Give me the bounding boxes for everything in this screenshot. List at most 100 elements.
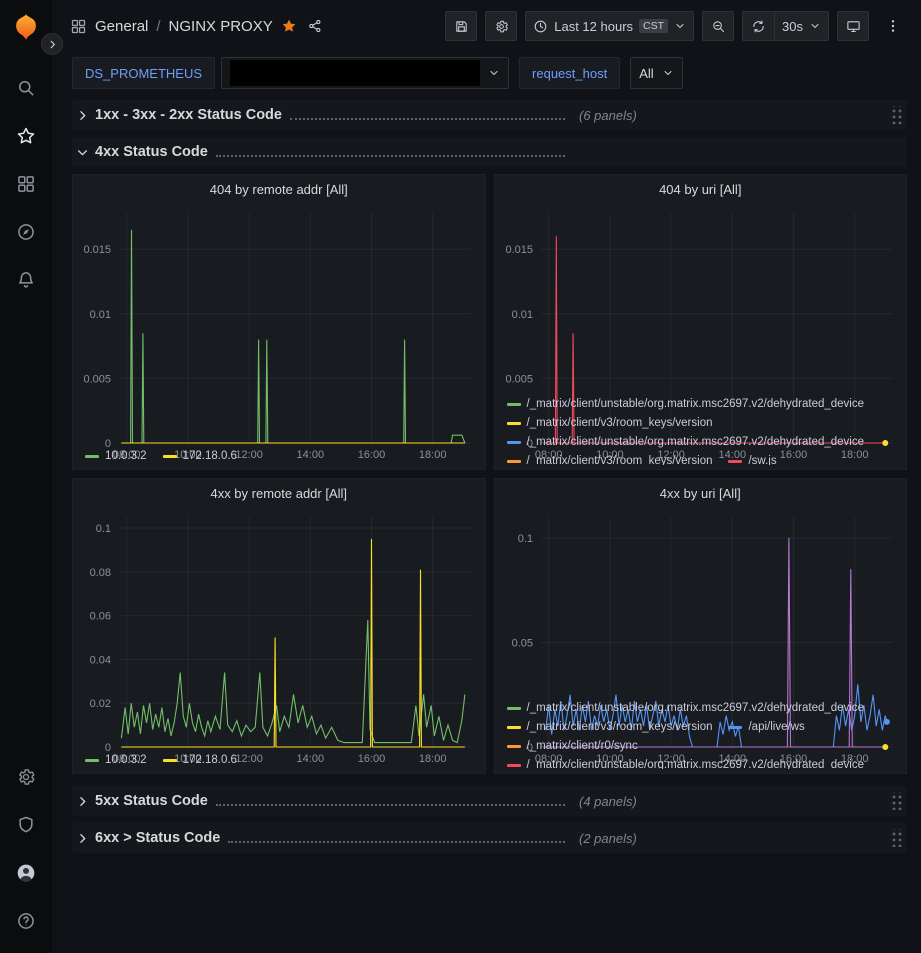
zoom-out-icon <box>711 19 726 34</box>
legend-series-label: 10.0.3.2 <box>105 751 147 769</box>
request-host-variable-select[interactable]: All <box>630 57 682 89</box>
refresh-button[interactable] <box>742 11 774 41</box>
svg-text:0.08: 0.08 <box>90 567 111 579</box>
panel-grid: 404 by remote addr [All] 00.0050.010.015… <box>72 174 907 774</box>
panel-title[interactable]: 4xx by uri [All] <box>495 479 907 509</box>
svg-text:0.04: 0.04 <box>90 654 111 666</box>
legend-series-color <box>507 726 521 729</box>
legend-series-label: /_matrix/client/unstable/org.matrix.msc2… <box>527 395 865 413</box>
row-drag-handle[interactable] <box>890 829 903 847</box>
help-icon[interactable] <box>0 897 52 945</box>
zoom-out-button[interactable] <box>702 11 734 41</box>
legend-item[interactable]: /sw.js <box>728 452 776 465</box>
panel-title[interactable]: 4xx by remote addr [All] <box>73 479 485 509</box>
svg-text:0.05: 0.05 <box>511 638 532 650</box>
legend-series-label: /_matrix/client/r0/sync <box>527 737 638 755</box>
legend-series-label: 172.18.0.6 <box>183 751 237 769</box>
row-header-5xx[interactable]: 5xx Status Code (4 panels) <box>72 786 907 816</box>
navbar-actions: Last 12 hours CST 30s <box>445 11 909 41</box>
save-dashboard-button[interactable] <box>445 11 477 41</box>
datasource-variable-label[interactable]: DS_PROMETHEUS <box>72 57 215 89</box>
legend-item[interactable]: /_matrix/client/unstable/org.matrix.msc2… <box>507 433 865 451</box>
legend-series-color <box>728 726 742 729</box>
legend-series-label: /_matrix/client/v3/room_keys/version <box>527 414 713 432</box>
row-title: 6xx > Status Code <box>95 830 220 846</box>
refresh-interval-dropdown[interactable]: 30s <box>774 11 829 41</box>
chevron-down-icon <box>76 146 89 159</box>
legend-series-color <box>85 455 99 458</box>
dashboard-grid-icon <box>70 18 87 35</box>
refresh-interval-value: 30s <box>782 19 803 34</box>
search-icon[interactable] <box>0 64 52 112</box>
row-leader-dots <box>228 841 565 843</box>
row-leader-dots <box>216 155 565 157</box>
legend-series-color <box>507 422 521 425</box>
monitor-icon <box>846 19 861 34</box>
row-header-4xx[interactable]: 4xx Status Code <box>72 137 907 167</box>
legend-item[interactable]: /_matrix/client/unstable/org.matrix.msc2… <box>507 756 865 769</box>
panel-title[interactable]: 404 by uri [All] <box>495 175 907 205</box>
chart-svg: 00.0050.010.01508:0010:0012:0014:0016:00… <box>73 205 485 463</box>
legend-item[interactable]: /_matrix/client/unstable/org.matrix.msc2… <box>507 395 865 413</box>
legend-item[interactable]: /api/live/ws <box>728 718 804 736</box>
expand-sidebar-button[interactable] <box>41 33 63 55</box>
legend-series-color <box>507 403 521 406</box>
timeseries-chart[interactable]: 00.050.108:0010:0012:0014:0016:0018:00 <box>495 509 907 697</box>
kebab-menu-icon <box>885 18 901 34</box>
sidebar <box>0 0 52 953</box>
dashboards-icon[interactable] <box>0 160 52 208</box>
user-avatar[interactable] <box>0 849 52 897</box>
legend-series-label: /api/live/ws <box>748 718 804 736</box>
legend-series-label: /_matrix/client/unstable/org.matrix.msc2… <box>527 756 865 769</box>
top-navbar: General / NGINX PROXY Last 12 hours <box>52 0 921 52</box>
legend-item[interactable]: 172.18.0.6 <box>163 751 237 769</box>
grafana-logo-icon[interactable] <box>11 12 41 42</box>
request-host-variable-value: All <box>639 66 653 81</box>
time-range-label: Last 12 hours <box>554 19 633 34</box>
datasource-variable-select[interactable] <box>221 57 509 89</box>
legend-item[interactable]: /_matrix/client/v3/room_keys/version <box>507 718 713 736</box>
refresh-group: 30s <box>742 11 829 41</box>
alerting-bell-icon[interactable] <box>0 256 52 304</box>
timeseries-chart[interactable]: 00.020.040.060.080.108:0010:0012:0014:00… <box>73 509 485 749</box>
dashboard-settings-button[interactable] <box>485 11 517 41</box>
chevron-right-icon <box>76 832 89 845</box>
legend-item[interactable]: /_matrix/client/v3/room_keys/version <box>507 452 713 465</box>
row-header-6xx[interactable]: 6xx > Status Code (2 panels) <box>72 823 907 853</box>
row-drag-handle[interactable] <box>890 106 903 124</box>
panel-404-by-remote-addr: 404 by remote addr [All] 00.0050.010.015… <box>72 174 486 470</box>
legend-item[interactable]: 10.0.3.2 <box>85 751 147 769</box>
timeseries-chart[interactable]: 00.0050.010.01508:0010:0012:0014:0016:00… <box>495 205 907 393</box>
chevron-down-icon <box>809 20 821 32</box>
starred-dashboards-icon[interactable] <box>0 112 52 160</box>
legend-series-color <box>507 441 521 444</box>
explore-compass-icon[interactable] <box>0 208 52 256</box>
legend-item[interactable]: /_matrix/client/v3/room_keys/version <box>507 414 713 432</box>
legend-series-label: /sw.js <box>748 452 776 465</box>
panel-title[interactable]: 404 by remote addr [All] <box>73 175 485 205</box>
share-icon[interactable] <box>307 18 323 34</box>
legend-item[interactable]: 172.18.0.6 <box>163 447 237 465</box>
row-header-1xx-3xx-2xx[interactable]: 1xx - 3xx - 2xx Status Code (6 panels) <box>72 100 907 130</box>
legend-item[interactable]: 10.0.3.2 <box>85 447 147 465</box>
request-host-variable-label[interactable]: request_host <box>519 57 620 89</box>
breadcrumb-dashboard-title[interactable]: NGINX PROXY <box>169 18 273 35</box>
legend-series-color <box>728 460 742 463</box>
configuration-gear-icon[interactable] <box>0 753 52 801</box>
server-admin-shield-icon[interactable] <box>0 801 52 849</box>
legend-series-color <box>507 707 521 710</box>
svg-text:0.015: 0.015 <box>83 244 111 256</box>
legend-series-color <box>507 764 521 767</box>
legend-item[interactable]: /_matrix/client/r0/sync <box>507 737 638 755</box>
breadcrumb-folder[interactable]: General <box>95 18 148 35</box>
favorite-star-icon[interactable] <box>281 18 297 34</box>
timeseries-chart[interactable]: 00.0050.010.01508:0010:0012:0014:0016:00… <box>73 205 485 445</box>
more-options-button[interactable] <box>877 11 909 41</box>
legend-series-label: /_matrix/client/v3/room_keys/version <box>527 452 713 465</box>
legend-item[interactable]: /_matrix/client/unstable/org.matrix.msc2… <box>507 699 865 717</box>
row-drag-handle[interactable] <box>890 792 903 810</box>
tv-mode-button[interactable] <box>837 11 869 41</box>
row-title: 1xx - 3xx - 2xx Status Code <box>95 107 282 123</box>
legend-series-color <box>507 460 521 463</box>
time-range-picker[interactable]: Last 12 hours CST <box>525 11 694 41</box>
